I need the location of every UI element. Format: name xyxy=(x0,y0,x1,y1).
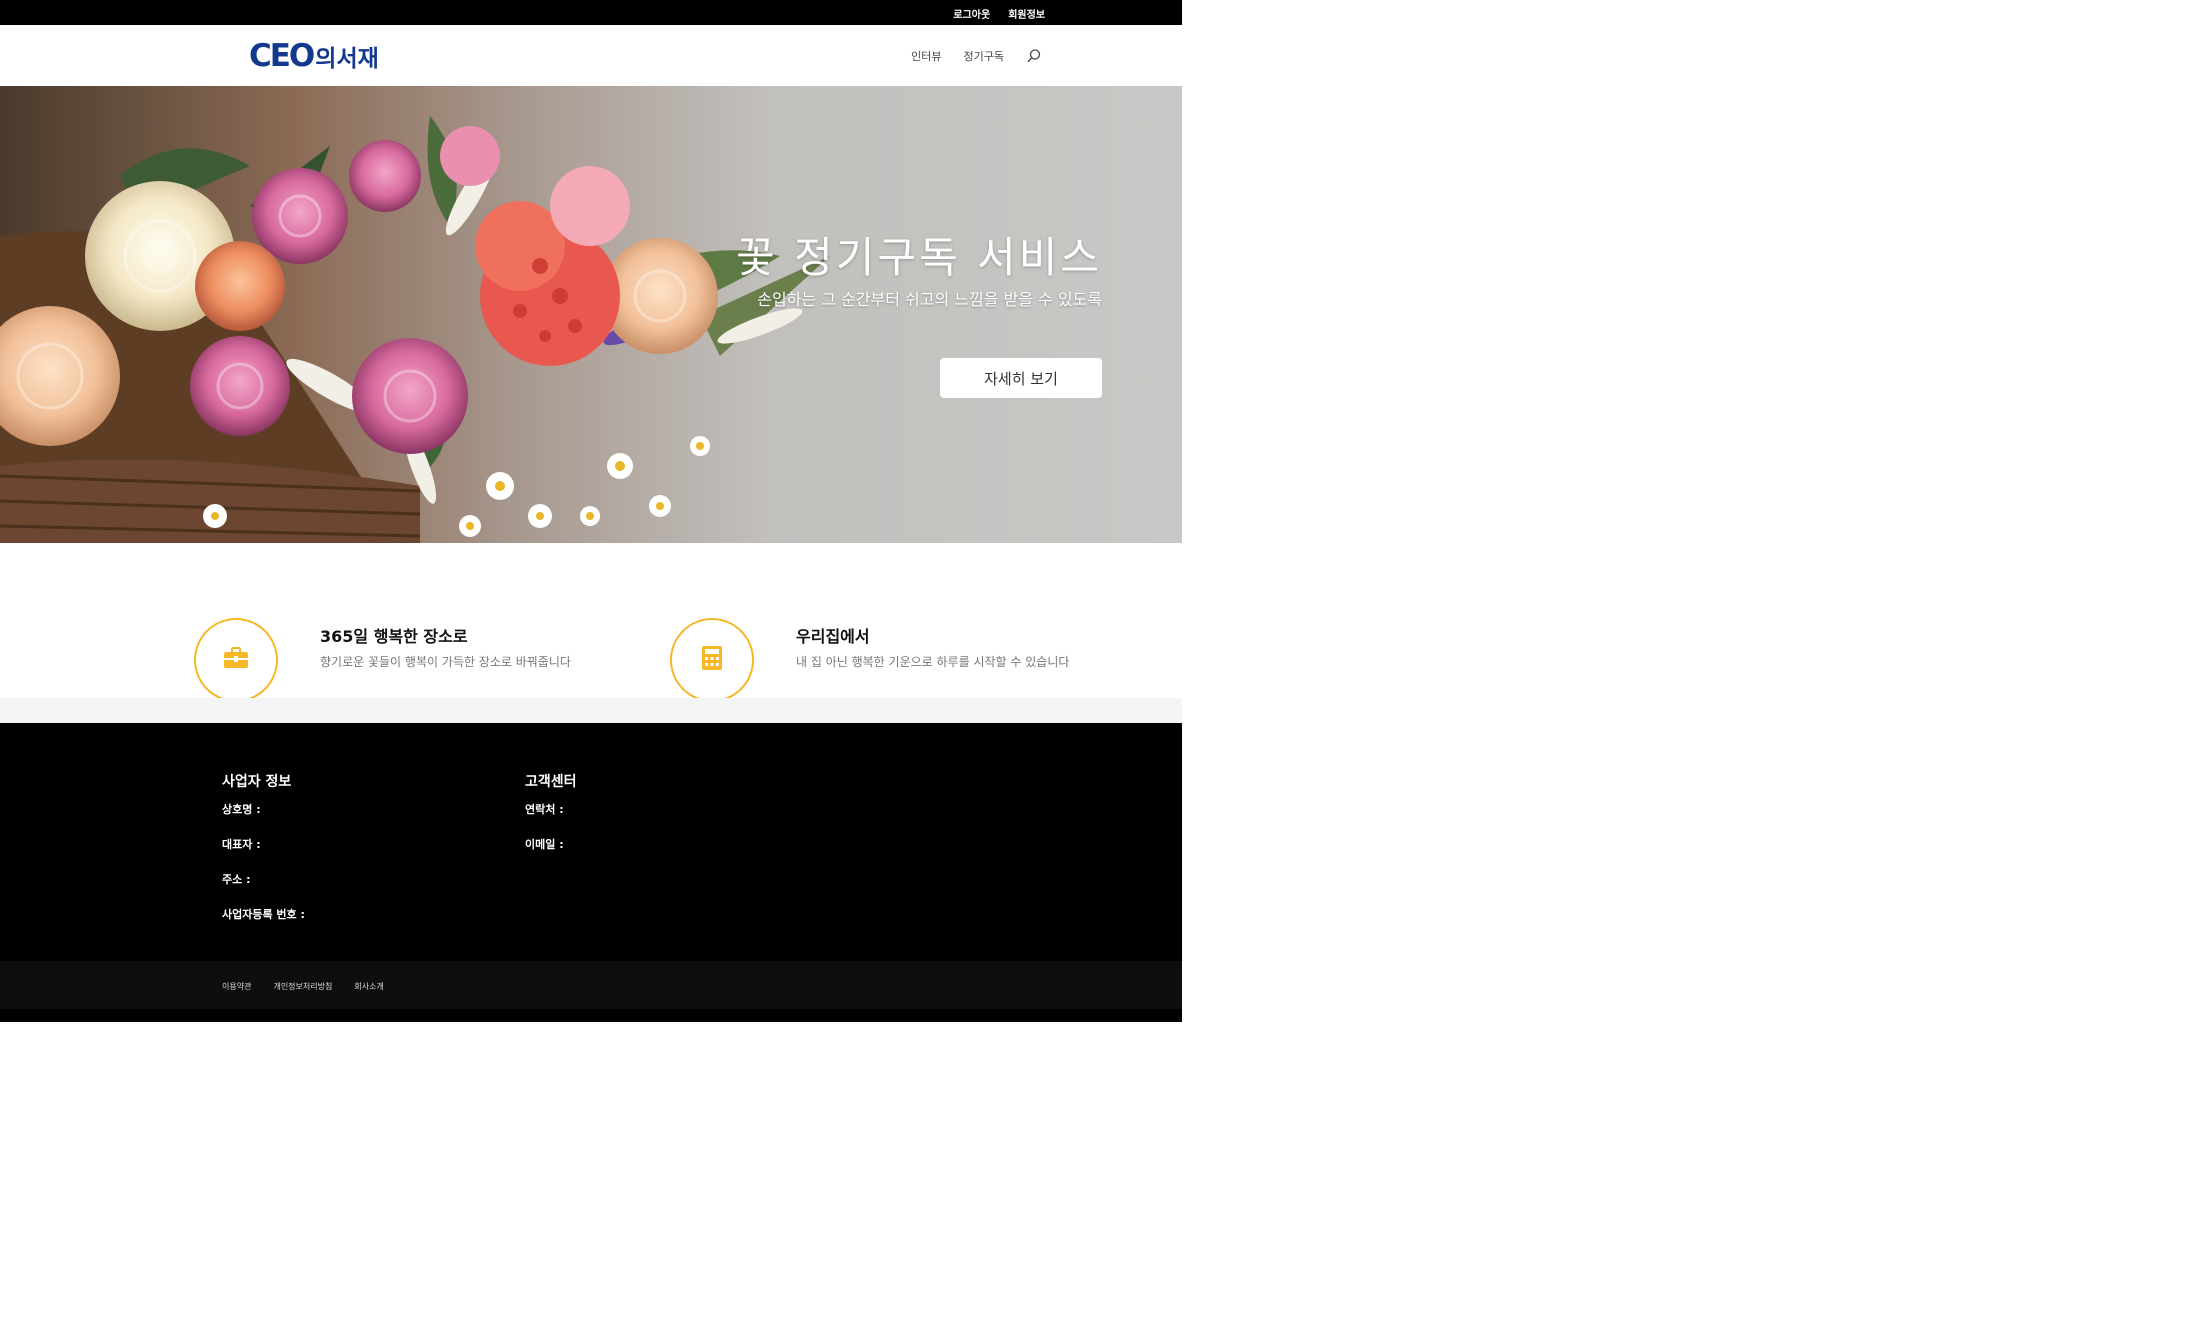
email-label: 이메일 : xyxy=(525,838,564,851)
contact-label: 연락처 : xyxy=(525,803,564,816)
feature-our-home: 우리집에서 내 집 아닌 행복한 기운으로 하루를 시작할 수 있습니다 xyxy=(670,618,1096,702)
section-divider xyxy=(0,698,1182,723)
logo-mark: CEO xyxy=(249,38,315,74)
main-nav: 인터뷰 정기구독 xyxy=(911,48,1042,64)
utility-links: 로그아웃 회원정보 xyxy=(953,6,1045,21)
feature-text: 365일 행복한 장소로 향기로운 꽃들이 행복이 가득한 장소로 바꿔줍니다 xyxy=(320,618,620,702)
business-number-label: 사업자등록 번호 : xyxy=(222,908,305,921)
logout-link[interactable]: 로그아웃 xyxy=(953,6,990,21)
footer-bottom-bar: 이용약관 개인정보처리방침 회사소개 xyxy=(0,961,1182,1009)
calculator-icon xyxy=(701,645,723,675)
feature-icon-circle xyxy=(670,618,754,702)
nav-interview[interactable]: 인터뷰 xyxy=(911,48,941,64)
hero-title: 꽃 정기구독 서비스 xyxy=(736,233,1102,282)
website: 로그아웃 회원정보 CEO 의서재 인터뷰 정기구독 꽃 정기구독 서비스 손입… xyxy=(0,0,1182,1022)
feature-description: 내 집 아닌 행복한 기운으로 하루를 시작할 수 있습니다 xyxy=(796,655,1070,669)
terms-link[interactable]: 이용약관 xyxy=(222,981,251,992)
feature-title: 365일 행복한 장소로 xyxy=(320,627,468,646)
hero-subtitle: 손입하는 그 순간부터 쉬고의 느낌을 받을 수 있도록 xyxy=(757,290,1102,309)
ceo-label: 대표자 : xyxy=(222,838,261,851)
feature-icon-circle xyxy=(194,618,278,702)
site-logo[interactable]: CEO 의서재 xyxy=(249,38,379,74)
member-info-link[interactable]: 회원정보 xyxy=(1008,6,1045,21)
feature-happy-place: 365일 행복한 장소로 향기로운 꽃들이 행복이 가득한 장소로 바꿔줍니다 xyxy=(194,618,620,702)
view-details-button[interactable]: 자세히 보기 xyxy=(940,358,1102,398)
site-footer: 사업자 정보 상호명 : 대표자 : 주소 : 사업자등록 번호 : 고객센터 … xyxy=(0,723,1182,961)
hero-flower-image xyxy=(0,116,830,543)
customer-center-title: 고객센터 xyxy=(525,774,577,790)
logo-text: 의서재 xyxy=(315,46,379,72)
footer-end-strip xyxy=(0,1009,1182,1022)
features-section: 365일 행복한 장소로 향기로운 꽃들이 행복이 가득한 장소로 바꿔줍니다 … xyxy=(0,543,1182,702)
privacy-link[interactable]: 개인정보처리방침 xyxy=(273,981,332,992)
business-info: 사업자 정보 상호명 : 대표자 : 주소 : 사업자등록 번호 : xyxy=(222,771,305,941)
hero-banner: 꽃 정기구독 서비스 손입하는 그 순간부터 쉬고의 느낌을 받을 수 있도록 … xyxy=(0,86,1182,543)
business-info-title: 사업자 정보 xyxy=(222,774,292,790)
feature-text: 우리집에서 내 집 아닌 행복한 기운으로 하루를 시작할 수 있습니다 xyxy=(796,618,1096,702)
top-utility-bar: 로그아웃 회원정보 xyxy=(0,0,1182,25)
customer-center: 고객센터 연락처 : 이메일 : xyxy=(525,771,577,871)
briefcase-icon xyxy=(222,646,250,674)
footer-links: 이용약관 개인정보처리방침 회사소개 xyxy=(222,981,384,992)
search-icon[interactable] xyxy=(1026,48,1042,64)
address-label: 주소 : xyxy=(222,873,251,886)
nav-subscription[interactable]: 정기구독 xyxy=(964,48,1004,64)
page: 로그아웃 회원정보 CEO 의서재 인터뷰 정기구독 꽃 정기구독 서비스 손입… xyxy=(0,0,2200,1326)
company-name-label: 상호명 : xyxy=(222,803,261,816)
feature-description: 향기로운 꽃들이 행복이 가득한 장소로 바꿔줍니다 xyxy=(320,655,571,669)
site-header: CEO 의서재 인터뷰 정기구독 xyxy=(0,25,1182,87)
about-link[interactable]: 회사소개 xyxy=(354,981,383,992)
feature-title: 우리집에서 xyxy=(796,627,870,646)
